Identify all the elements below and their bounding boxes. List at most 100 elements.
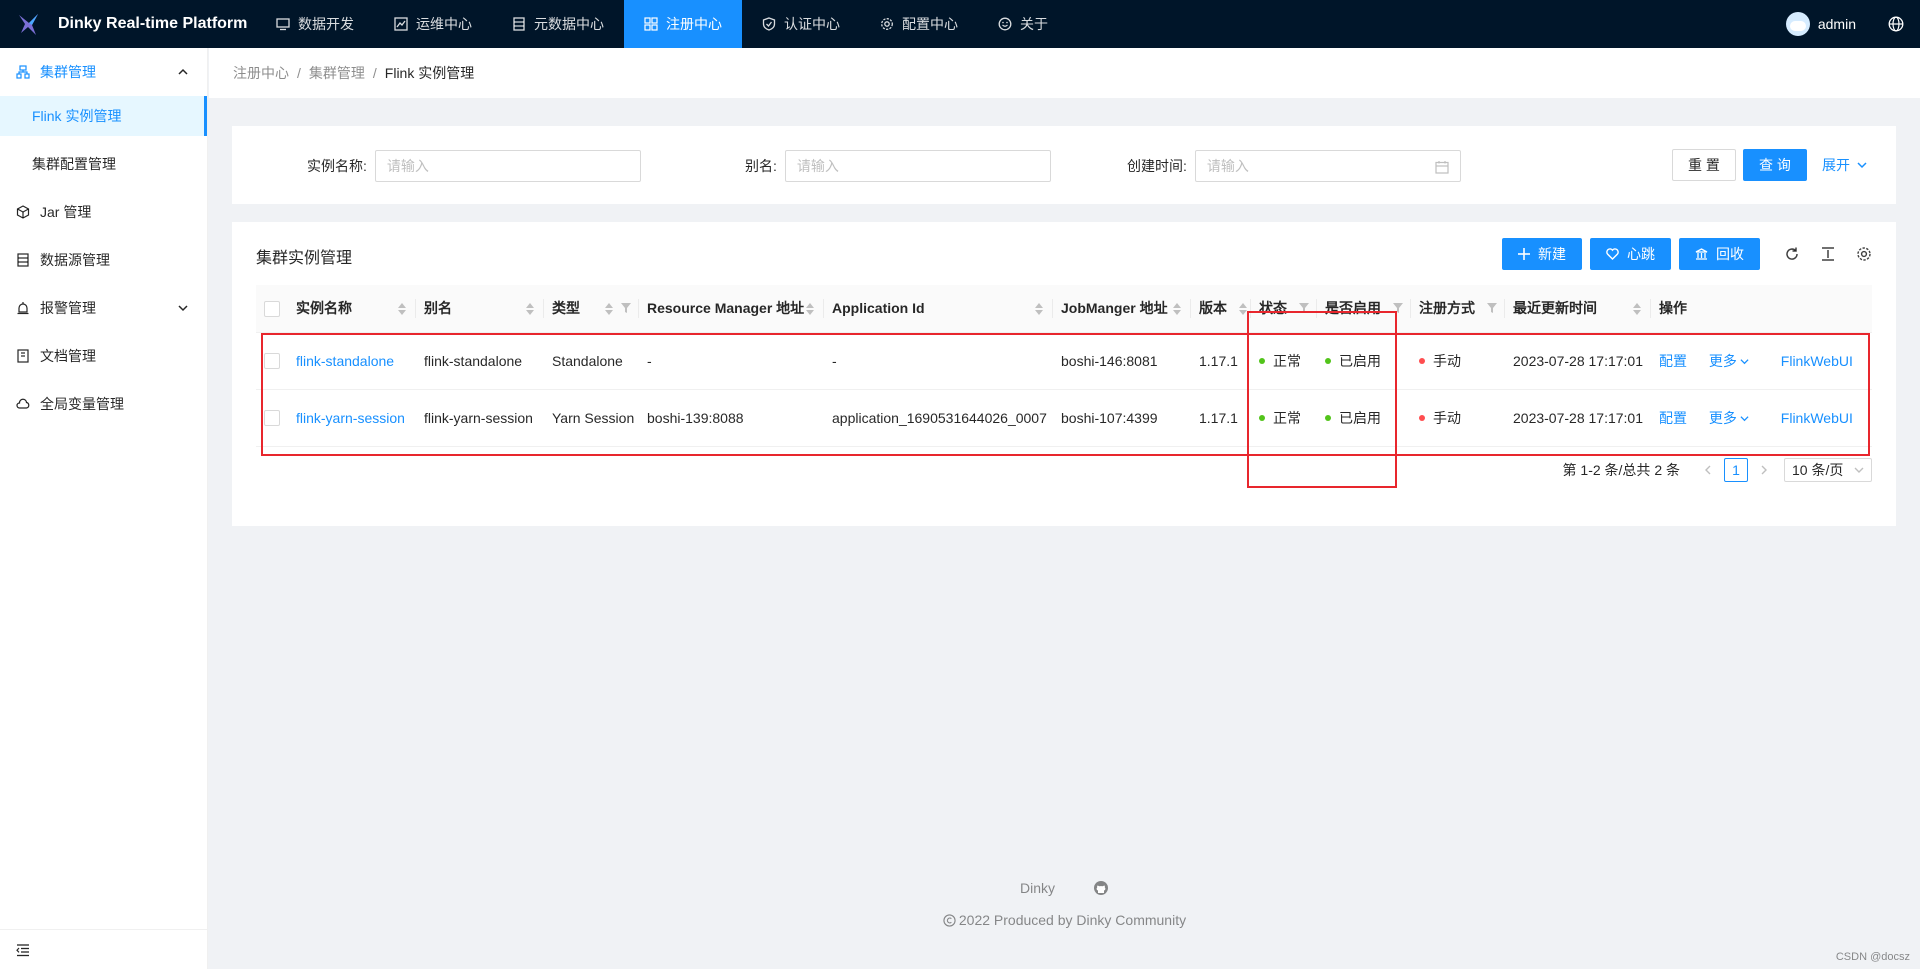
prev-page-button[interactable] [1696,458,1720,482]
sidebar-item-label: 数据源管理 [40,252,110,268]
nav-item-ops-center[interactable]: 运维中心 [374,0,492,48]
expand-toggle[interactable]: 展开 [1822,149,1868,181]
column-label: 版本 [1199,300,1227,317]
logo[interactable]: Dinky Real-time Platform [0,0,256,48]
sort-icon[interactable] [806,303,814,315]
name-label: 实例名称: [307,158,367,174]
nav-label: 关于 [1020,16,1048,32]
sort-icon[interactable] [398,303,406,315]
top-header: Dinky Real-time Platform 数据开发 运维中心 元数据中心… [0,0,1920,48]
flink-webui-link[interactable]: FlinkWebUI [1781,353,1853,369]
sidebar-item-cluster[interactable]: 集群管理 [0,52,207,92]
instance-name-link[interactable]: flink-standalone [296,353,394,369]
breadcrumb-item[interactable]: 集群管理 [309,63,365,83]
filter-icon[interactable] [1487,303,1497,313]
column-header-jm-address[interactable]: JobManger 地址 [1053,285,1191,333]
created-time-picker[interactable]: 请输入 [1194,150,1461,182]
name-input[interactable]: 请输入 [374,150,641,182]
row-checkbox[interactable] [264,410,280,427]
sort-icon[interactable] [1035,303,1043,315]
heartbeat-button[interactable]: 心跳 [1590,238,1671,270]
nav-item-metadata-center[interactable]: 元数据中心 [492,0,624,48]
nav-item-data-dev[interactable]: 数据开发 [256,0,374,48]
github-icon[interactable] [1093,880,1109,896]
reload-icon[interactable] [1784,246,1800,262]
sidebar-item-alert[interactable]: 报警管理 [0,288,207,328]
enabled-text: 已启用 [1339,409,1381,426]
instance-name-link[interactable]: flink-yarn-session [296,410,405,426]
database-icon [513,17,525,31]
config-link[interactable]: 配置 [1659,410,1687,426]
column-label: 最近更新时间 [1513,300,1597,317]
footer-brand-link[interactable]: Dinky [1020,880,1055,896]
sidebar-item-global-vars[interactable]: 全局变量管理 [0,384,207,424]
breadcrumb-item[interactable]: 注册中心 [233,63,289,83]
table-icon [17,253,29,267]
sidebar-collapse-button[interactable] [0,929,208,969]
breadcrumb: 注册中心 / 集群管理 / Flink 实例管理 [209,48,1920,98]
sort-icon[interactable] [605,303,613,315]
chevron-down-icon [1740,358,1749,364]
column-header-updated[interactable]: 最近更新时间 [1505,285,1651,333]
column-header-enabled[interactable]: 是否启用 [1317,285,1411,333]
instance-name-cell: flink-yarn-session [288,389,416,447]
filter-icon[interactable] [1393,303,1403,313]
setting-icon[interactable] [1856,246,1872,262]
sidebar-item-datasource[interactable]: 数据源管理 [0,240,207,280]
nav-item-auth-center[interactable]: 认证中心 [742,0,860,48]
column-header-rm-address[interactable]: Resource Manager 地址 [639,285,824,333]
recycle-button[interactable]: 回收 [1679,238,1760,270]
appstore-icon [644,17,658,31]
name-field: 实例名称: 请输入 [307,150,641,182]
page-number[interactable]: 1 [1724,458,1748,482]
sort-icon[interactable] [526,303,534,315]
column-height-icon[interactable] [1820,246,1836,262]
sidebar-subitem-cluster-config[interactable]: 集群配置管理 [0,144,207,184]
breadcrumb-current: Flink 实例管理 [384,65,475,81]
column-header-name[interactable]: 实例名称 [288,285,416,333]
more-dropdown[interactable]: 更多 [1709,410,1749,426]
column-header-app-id[interactable]: Application Id [824,285,1053,333]
column-header-version[interactable]: 版本 [1191,285,1251,333]
next-page-button[interactable] [1752,458,1776,482]
rm-address-cell: - [639,332,824,390]
heartbeat-button-label: 心跳 [1627,246,1655,262]
sort-icon[interactable] [1239,303,1247,315]
chevron-down-icon [1740,415,1749,421]
nav-label: 认证中心 [784,16,840,32]
config-link[interactable]: 配置 [1659,353,1687,369]
nav-item-registry-center[interactable]: 注册中心 [624,0,742,48]
breadcrumb-separator: / [297,65,301,81]
nav-label: 元数据中心 [534,16,604,32]
sort-icon[interactable] [1633,303,1641,315]
sidebar-item-docs[interactable]: 文档管理 [0,336,207,376]
sidebar-subitem-flink-instance[interactable]: Flink 实例管理 [0,96,207,136]
page-size-select[interactable]: 10 条/页 [1784,458,1872,482]
user-menu[interactable]: admin [1770,12,1872,36]
language-switch[interactable] [1872,0,1920,48]
copyright-icon [943,914,956,927]
flink-webui-link[interactable]: FlinkWebUI [1781,410,1853,426]
cluster-icon [16,65,30,79]
rm-address-cell: boshi-139:8088 [639,389,824,447]
alias-input[interactable]: 请输入 [784,150,1051,182]
sidebar-item-jar[interactable]: Jar 管理 [0,192,207,232]
column-header-type[interactable]: 类型 [544,285,639,333]
column-header-register[interactable]: 注册方式 [1411,285,1505,333]
column-header-status[interactable]: 状态 [1251,285,1317,333]
new-button[interactable]: 新建 [1502,238,1582,270]
alert-icon [17,302,29,315]
nav-item-about[interactable]: 关于 [978,0,1068,48]
nav-item-config-center[interactable]: 配置中心 [860,0,978,48]
footer: Dinky 2022 Produced by Dinky Community [209,880,1920,928]
filter-icon[interactable] [1299,303,1309,313]
table-title: 集群实例管理 [256,250,353,267]
reset-button[interactable]: 重 置 [1672,149,1736,181]
sort-icon[interactable] [1173,303,1181,315]
more-dropdown[interactable]: 更多 [1709,353,1749,369]
filter-icon[interactable] [621,303,631,313]
select-all-checkbox[interactable] [264,300,280,317]
column-header-alias[interactable]: 别名 [416,285,544,333]
query-button[interactable]: 查 询 [1743,149,1807,181]
row-checkbox[interactable] [264,353,280,370]
